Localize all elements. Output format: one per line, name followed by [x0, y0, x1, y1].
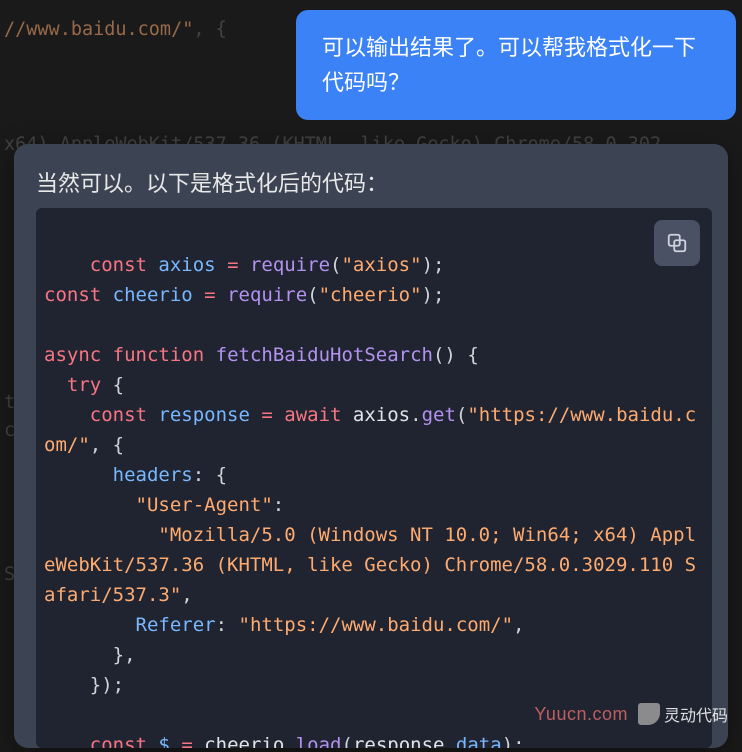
assistant-intro-text: 当然可以。以下是格式化后的代码：	[36, 166, 712, 198]
watermark-url: Yuucn.com	[534, 704, 628, 725]
copy-icon	[666, 232, 688, 254]
code-block: const axios = require("axios"); const ch…	[36, 208, 712, 748]
user-message-bubble: 可以输出结果了。可以帮我格式化一下代码吗？	[296, 10, 736, 120]
assistant-response-card: 当然可以。以下是格式化后的代码： const axios = require("…	[14, 144, 728, 748]
copy-code-button[interactable]	[654, 220, 700, 266]
watermark: Yuucn.com 灵动代码	[534, 702, 728, 726]
watermark-brand: 灵动代码	[638, 702, 728, 726]
user-message-text: 可以输出结果了。可以帮我格式化一下代码吗？	[322, 35, 696, 95]
wechat-icon	[638, 703, 660, 725]
